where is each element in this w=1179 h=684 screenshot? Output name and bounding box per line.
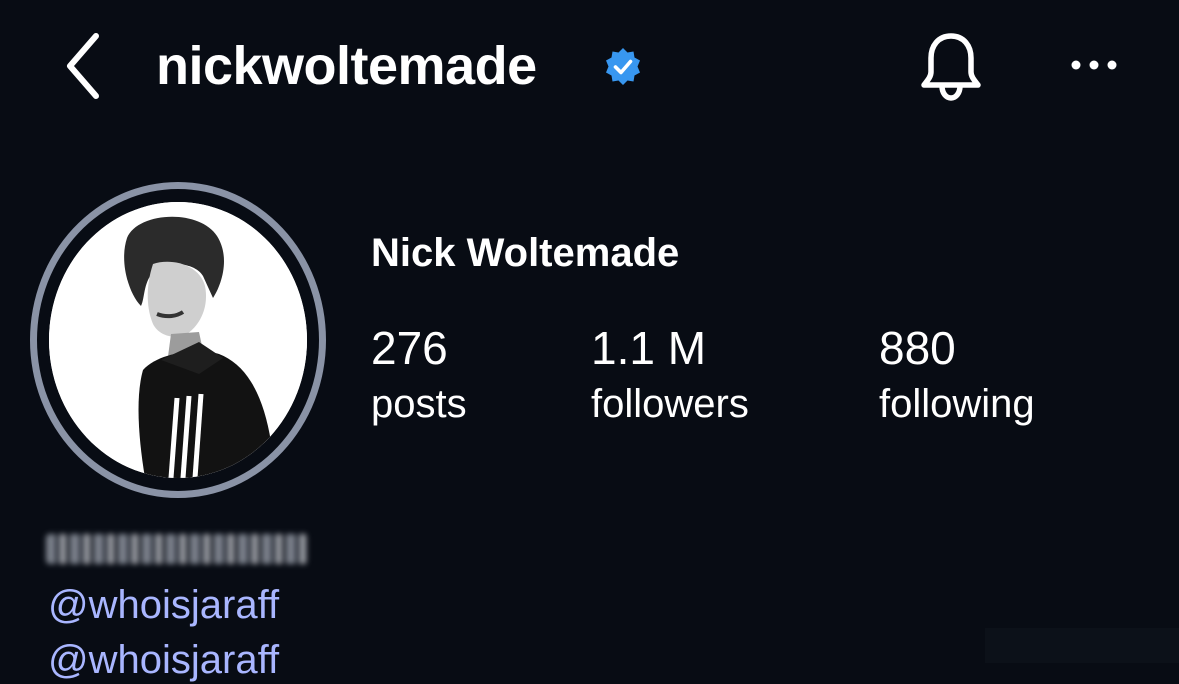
profile-avatar[interactable] bbox=[30, 182, 326, 498]
verified-badge-icon bbox=[603, 47, 643, 87]
stat-following-count: 880 bbox=[879, 322, 956, 374]
stat-posts-label: posts bbox=[371, 382, 467, 426]
background-region bbox=[985, 628, 1179, 663]
bio-mention-link[interactable]: @whoisjaraff bbox=[48, 581, 279, 629]
back-button[interactable] bbox=[58, 28, 114, 104]
stat-posts[interactable]: 276 posts bbox=[371, 320, 467, 432]
notifications-button[interactable] bbox=[918, 28, 984, 104]
stat-followers-label: followers bbox=[591, 382, 749, 426]
blurred-bio-line bbox=[46, 528, 308, 566]
profile-username: nickwoltemade bbox=[156, 36, 537, 96]
stat-following[interactable]: 880 following bbox=[879, 320, 1035, 432]
profile-display-name: Nick Woltemade bbox=[371, 231, 680, 275]
stat-posts-count: 276 bbox=[371, 322, 448, 374]
more-options-icon bbox=[1071, 60, 1117, 70]
bio-mention-link[interactable]: @whoisjaraff bbox=[48, 636, 279, 684]
bell-icon bbox=[921, 33, 981, 101]
profile-header: nickwoltemade bbox=[0, 0, 1179, 140]
stat-followers[interactable]: 1.1 M followers bbox=[591, 320, 749, 432]
back-arrow-icon bbox=[67, 33, 99, 99]
stat-followers-count: 1.1 M bbox=[591, 322, 707, 374]
more-options-button[interactable] bbox=[1064, 50, 1124, 80]
stat-following-label: following bbox=[879, 382, 1035, 426]
avatar-photo bbox=[49, 202, 307, 478]
